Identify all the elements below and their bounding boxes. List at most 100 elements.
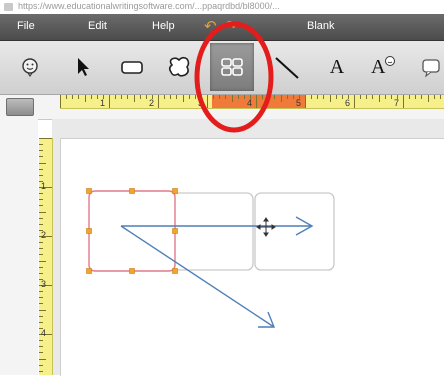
menu-help[interactable]: Help (152, 20, 175, 32)
ruler-tick (39, 242, 43, 244)
ruler-tick (243, 95, 245, 99)
ruler-label: 6 (345, 98, 351, 108)
select-tool-button[interactable] (61, 43, 105, 91)
panel-toggle-button[interactable] (6, 98, 34, 116)
grid-tool-button[interactable] (210, 43, 254, 91)
document-title: Blank (307, 20, 335, 32)
ruler-tick (188, 95, 190, 99)
horizontal-ruler: 1 2 3 4 5 6 7 (60, 95, 444, 109)
ruler-tick (78, 95, 80, 99)
ruler-tick (39, 309, 46, 311)
ruler-tick (133, 95, 135, 102)
left-panel (0, 119, 38, 375)
ruler-label: 3 (41, 279, 47, 289)
ruler-tick (439, 95, 441, 99)
undo-redo-group: ↶ ↷ (204, 19, 245, 34)
ruler-tick (39, 315, 43, 317)
ruler-tick (231, 95, 233, 102)
menu-edit[interactable]: Edit (88, 20, 107, 32)
speech-bubble-icon (422, 59, 440, 78)
ruler-label: 3 (198, 98, 204, 108)
rectangle-tool-button[interactable] (110, 43, 154, 91)
ruler-label: 2 (41, 230, 47, 240)
page-icon (4, 3, 13, 11)
cloud-shape-tool-button[interactable] (158, 43, 202, 91)
cloud-shape-icon (168, 56, 190, 77)
ruler-tick (433, 95, 435, 99)
ruler-tick (360, 95, 362, 99)
document-page[interactable] (60, 138, 444, 376)
ruler-tick (121, 95, 123, 99)
ruler-tick (39, 211, 46, 213)
smiley-tool-button[interactable] (8, 43, 52, 91)
ruler-tick (39, 297, 43, 299)
letter-a-icon: A (329, 55, 345, 78)
line-tool-button[interactable] (265, 43, 309, 91)
menu-bar: File Edit Help ↶ ↷ Blank (0, 14, 444, 41)
ruler-label: 4 (247, 98, 253, 108)
ruler-label: 5 (296, 98, 302, 108)
ruler-label: 2 (149, 98, 155, 108)
ruler-tick (158, 95, 159, 108)
browser-url[interactable]: https://www.educationalwritingsoftware.c… (18, 1, 280, 11)
ruler-tick (280, 95, 282, 102)
ruler-tick (39, 162, 46, 164)
ruler-tick (409, 95, 411, 99)
ruler-tick (39, 138, 52, 139)
ruler-tick (225, 95, 227, 99)
ruler-tick (66, 95, 68, 99)
ruler-tick (39, 150, 43, 152)
ruler-tick (39, 303, 43, 305)
ruler-tick (237, 95, 239, 99)
rounded-rectangle-icon (121, 61, 143, 74)
ruler-tick (219, 95, 221, 99)
arrow-cursor-icon (78, 58, 89, 76)
ruler-tick (96, 95, 98, 99)
ruler-tick (207, 95, 208, 108)
text-smiley-tool-button[interactable]: A (360, 43, 404, 91)
ruler-tick (170, 95, 172, 99)
ruler-tick (268, 95, 270, 99)
redo-icon[interactable]: ↷ (225, 18, 238, 35)
ruler-tick (311, 95, 313, 99)
ruler-tick (145, 95, 147, 99)
ruler-tick (39, 266, 43, 268)
menu-file[interactable]: File (17, 20, 35, 32)
ruler-tick (292, 95, 294, 99)
ruler-tick (39, 174, 43, 176)
ruler-label: 1 (100, 98, 106, 108)
vertical-ruler: 1 2 3 4 (39, 138, 53, 375)
ruler-tick (39, 352, 43, 354)
ruler-tick (39, 254, 43, 256)
ruler-tick (354, 95, 355, 108)
speech-bubble-tool-button[interactable] (414, 43, 444, 91)
ruler-tick (115, 95, 117, 99)
ruler-tick (421, 95, 423, 99)
ruler-tick (39, 199, 43, 201)
letter-a-smiley-icon: A (369, 55, 395, 79)
ruler-tick (176, 95, 178, 99)
ruler-tick (39, 223, 43, 225)
ruler-tick (39, 340, 43, 342)
ruler-tick (182, 95, 184, 102)
ruler-tick (256, 95, 257, 108)
ruler-tick (39, 272, 43, 274)
ruler-tick (39, 217, 43, 219)
ruler-tick (194, 95, 196, 99)
ruler-tick (317, 95, 319, 99)
ruler-tick (390, 95, 392, 99)
text-tool-button[interactable]: A (315, 43, 359, 91)
undo-icon[interactable]: ↶ (204, 18, 217, 35)
small-smiley-icon (385, 56, 395, 66)
ruler-tick (60, 95, 61, 108)
ruler-tick (262, 95, 264, 99)
ruler-tick (305, 95, 306, 108)
line-icon (275, 57, 299, 79)
ruler-tick (39, 168, 43, 170)
ruler-tick (378, 95, 380, 102)
ruler-tick (127, 95, 129, 99)
ruler-tick (84, 95, 86, 102)
ruler-tick (39, 144, 43, 146)
ruler-tick (286, 95, 288, 99)
ruler-tick (427, 95, 429, 102)
